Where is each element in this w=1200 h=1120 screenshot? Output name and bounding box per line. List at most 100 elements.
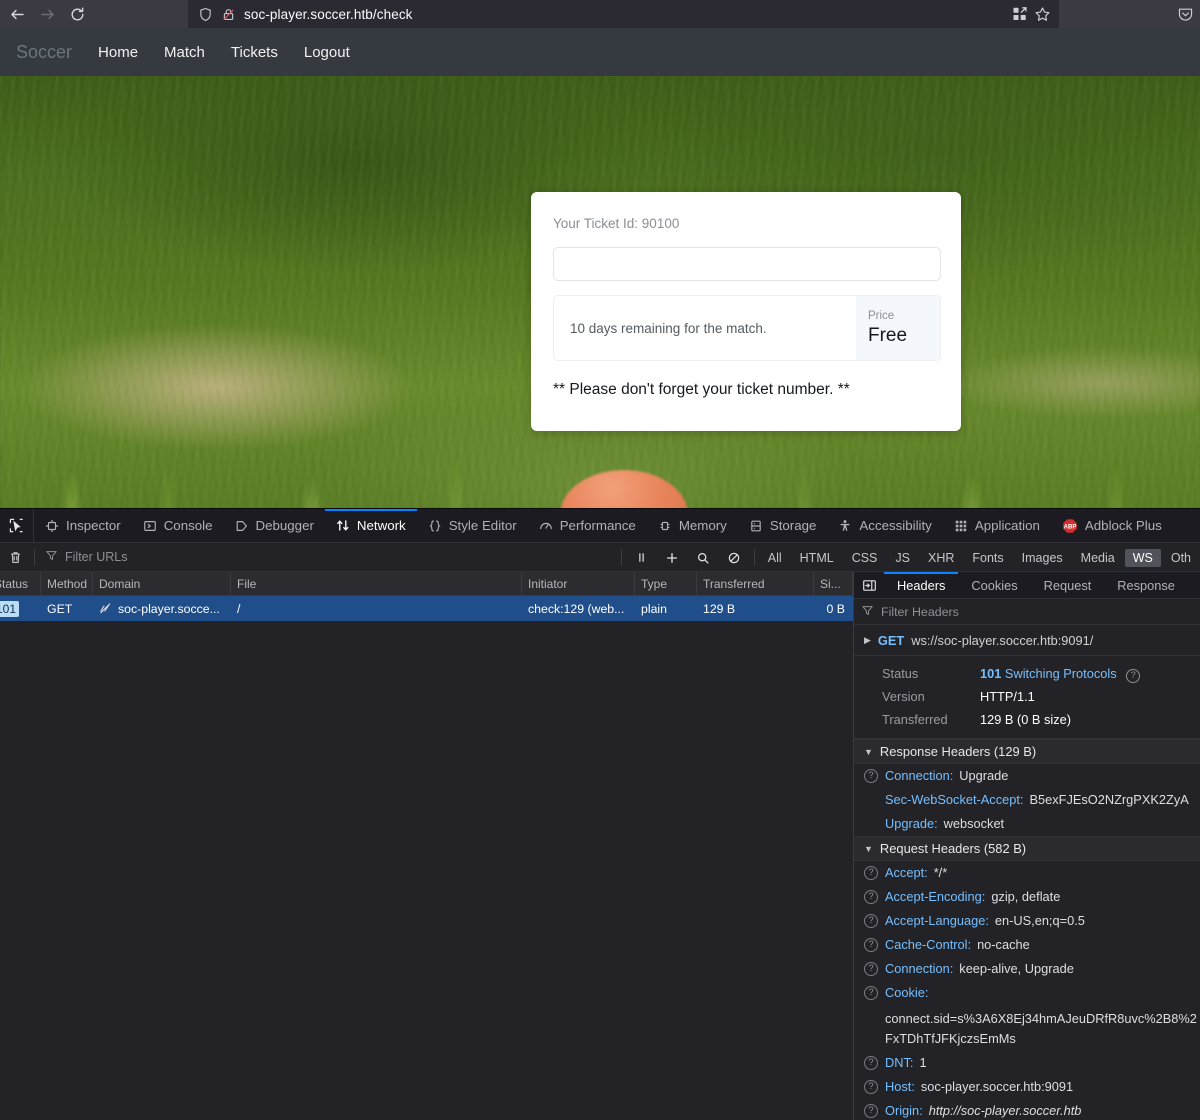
summary-version-value: HTTP/1.1 (980, 689, 1035, 704)
filter-type-media[interactable]: Media (1073, 549, 1123, 567)
summary-transferred-value: 129 B (0 B size) (980, 712, 1072, 727)
column-header-transferred[interactable]: Transferred (697, 572, 814, 595)
help-icon[interactable]: ? (864, 866, 878, 880)
details-tab-response[interactable]: Response (1104, 572, 1188, 598)
collapse-triangle-icon[interactable]: ▼ (864, 844, 873, 854)
price-box: Price Free (856, 296, 940, 360)
header-item: ? Cookie: connect.sid=s%3A6X8Ej34hmAJeuD… (854, 981, 1200, 1051)
devtools-tab-debugger[interactable]: Debugger (224, 509, 325, 542)
header-item: ? Connection: keep-alive, Upgrade (854, 957, 1200, 981)
filter-urls-input[interactable]: Filter URLs (39, 549, 128, 565)
filter-type-ws[interactable]: WS (1124, 548, 1161, 567)
filter-type-js[interactable]: JS (887, 549, 918, 567)
no-entry-icon[interactable] (719, 551, 750, 565)
devtools-tab-memory[interactable]: Memory (647, 509, 738, 542)
nav-link-tickets[interactable]: Tickets (231, 44, 278, 61)
header-name[interactable]: Host: (885, 1077, 915, 1097)
header-name[interactable]: Connection: (885, 959, 953, 979)
collapse-triangle-icon[interactable]: ▼ (864, 747, 873, 757)
help-icon[interactable]: ? (864, 986, 878, 1000)
filter-type-fonts[interactable]: Fonts (964, 549, 1011, 567)
request-headers-section-header[interactable]: ▼ Request Headers (582 B) (854, 836, 1200, 861)
star-icon[interactable] (1034, 6, 1051, 23)
pause-icon[interactable] (626, 551, 657, 564)
help-icon[interactable]: ? (864, 1080, 878, 1094)
filter-type-xhr[interactable]: XHR (920, 549, 962, 567)
help-icon[interactable]: ? (864, 1056, 878, 1070)
back-button[interactable] (2, 2, 32, 26)
headers-scroll-area[interactable]: ▶ GET ws://soc-player.soccer.htb:9091/ S… (854, 625, 1200, 1120)
header-name[interactable]: Connection: (885, 766, 953, 786)
details-tab-request[interactable]: Request (1031, 572, 1105, 598)
request-headers-list: ? Accept: */* ? Accept-Encoding: gzip, d… (854, 861, 1200, 1120)
expand-triangle-icon[interactable]: ▶ (864, 635, 871, 646)
header-name[interactable]: Origin: (885, 1101, 923, 1120)
nav-link-match[interactable]: Match (164, 44, 205, 61)
column-header-file[interactable]: File (231, 572, 522, 595)
forward-button[interactable] (32, 2, 62, 26)
column-header-domain[interactable]: Domain (93, 572, 231, 595)
site-brand[interactable]: Soccer (16, 42, 72, 63)
ticket-input[interactable] (553, 247, 941, 281)
pocket-save-icon[interactable] (1177, 6, 1194, 23)
devtools-tab-network[interactable]: Network (324, 509, 417, 542)
filter-type-all[interactable]: All (760, 549, 790, 567)
filter-type-images[interactable]: Images (1014, 549, 1071, 567)
header-name[interactable]: Accept-Language: (885, 911, 989, 931)
table-row[interactable]: 101 GET soc-player.socce... / check:129 … (0, 596, 853, 621)
help-icon[interactable]: ? (864, 769, 878, 783)
header-name[interactable]: Sec-WebSocket-Accept: (885, 790, 1023, 810)
header-name[interactable]: Accept: (885, 863, 928, 883)
summary-transferred-label: Transferred (882, 712, 948, 727)
extensions-grid-icon[interactable] (1012, 6, 1028, 22)
devtools-tab-application[interactable]: Application (943, 509, 1051, 542)
filter-type-other[interactable]: Oth (1163, 549, 1199, 567)
request-url-row[interactable]: ▶ GET ws://soc-player.soccer.htb:9091/ (854, 625, 1200, 656)
help-icon[interactable]: ? (864, 962, 878, 976)
devtools-tab-adblock-plus[interactable]: ABP Adblock Plus (1051, 509, 1173, 542)
response-headers-section-header[interactable]: ▼ Response Headers (129 B) (854, 739, 1200, 764)
column-header-type[interactable]: Type (635, 572, 697, 595)
request-method: GET (877, 632, 905, 648)
url-bar[interactable]: soc-player.soccer.htb/check (188, 0, 1008, 28)
trash-icon[interactable] (0, 550, 30, 565)
status-badge: 101 (0, 600, 20, 617)
crossed-out-lock-icon[interactable] (221, 7, 236, 22)
split-pane-icon[interactable] (854, 572, 884, 598)
column-header-size[interactable]: Si... (814, 572, 853, 595)
url-text[interactable]: soc-player.soccer.htb/check (244, 7, 413, 22)
help-icon[interactable]: ? (864, 1104, 878, 1118)
row-size: 0 B (826, 601, 845, 616)
header-name[interactable]: Upgrade: (885, 814, 938, 834)
header-name[interactable]: DNT: (885, 1053, 913, 1073)
filter-headers-input[interactable]: Filter Headers (854, 599, 1200, 625)
details-tab-cookies[interactable]: Cookies (958, 572, 1030, 598)
reload-button[interactable] (62, 2, 92, 26)
nav-link-logout[interactable]: Logout (304, 44, 350, 61)
devtools-tab-accessibility[interactable]: Accessibility (827, 509, 942, 542)
help-icon[interactable]: ? (864, 938, 878, 952)
help-icon[interactable]: ? (864, 914, 878, 928)
devtools-tab-style-editor[interactable]: Style Editor (417, 509, 528, 542)
column-header-initiator[interactable]: Initiator (522, 572, 635, 595)
devtools-tab-console[interactable]: Console (132, 509, 224, 542)
header-name[interactable]: Cache-Control: (885, 935, 971, 955)
devtools-tab-storage[interactable]: Storage (738, 509, 828, 542)
details-tab-headers[interactable]: Headers (884, 572, 959, 598)
devtools-tab-inspector[interactable]: Inspector (34, 509, 132, 542)
devtools-tab-performance[interactable]: Performance (528, 509, 647, 542)
column-header-method[interactable]: Method (41, 572, 93, 595)
filter-type-css[interactable]: CSS (844, 549, 886, 567)
filter-type-html[interactable]: HTML (792, 549, 842, 567)
help-icon[interactable]: ? (864, 890, 878, 904)
column-header-status[interactable]: Status (0, 572, 41, 595)
plus-icon[interactable] (657, 551, 688, 565)
element-picker-icon[interactable] (0, 509, 34, 542)
header-item: Upgrade: websocket (854, 812, 1200, 836)
help-icon[interactable]: ? (1126, 668, 1141, 683)
header-name[interactable]: Cookie: (885, 983, 928, 1003)
header-name[interactable]: Accept-Encoding: (885, 887, 985, 907)
shield-icon[interactable] (198, 7, 213, 22)
nav-link-home[interactable]: Home (98, 44, 138, 61)
search-icon[interactable] (688, 551, 719, 565)
